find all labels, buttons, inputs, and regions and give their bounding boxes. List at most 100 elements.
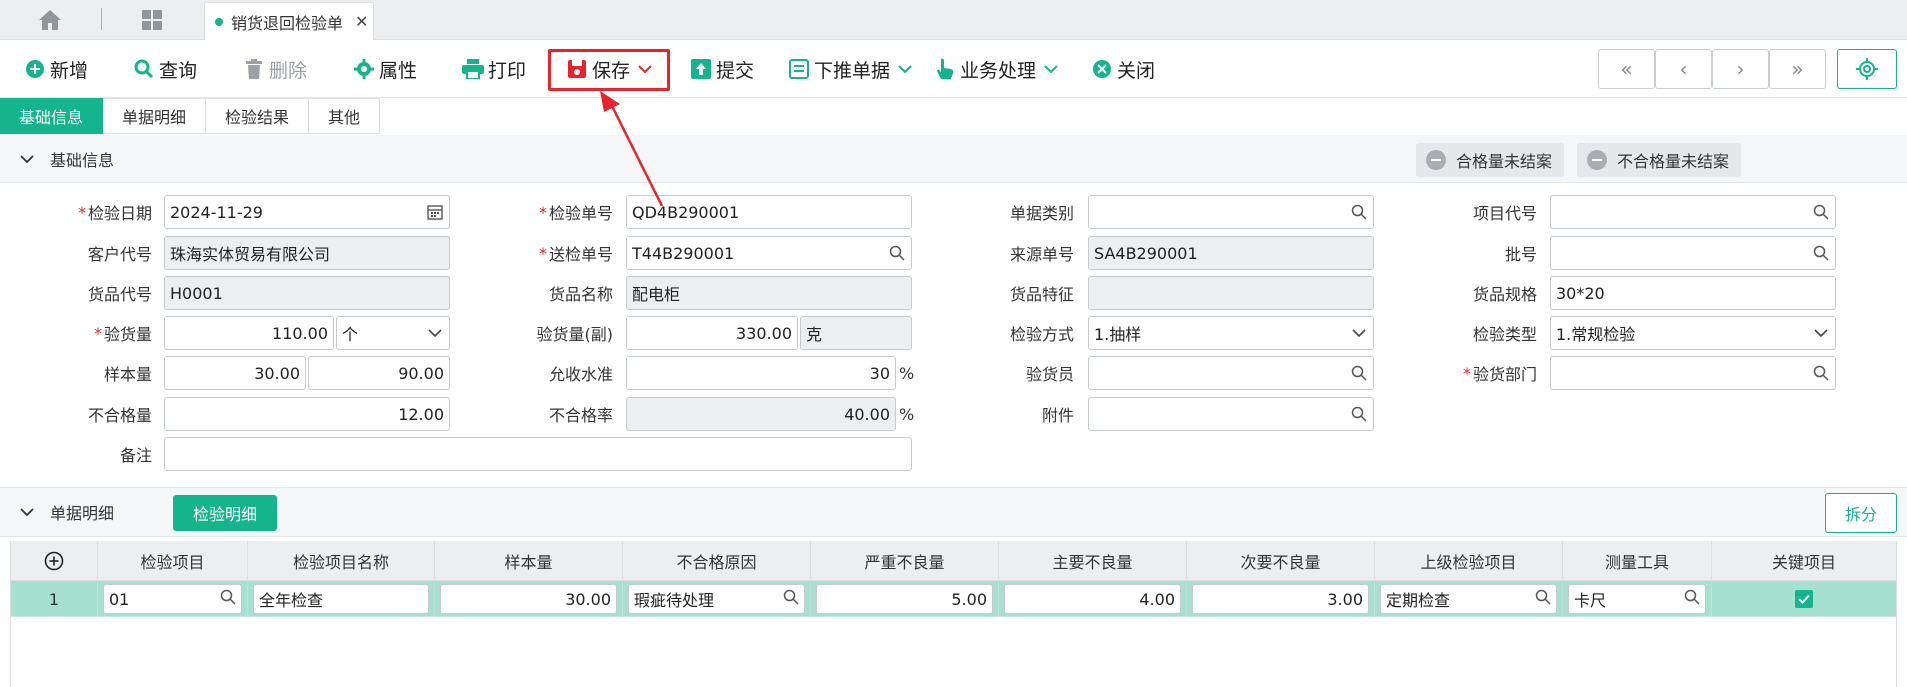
tab-document-detail[interactable]: 单据明细 (103, 98, 207, 134)
reject-qty-label: 不合格量 (87, 406, 152, 425)
close-icon[interactable]: ✕ (355, 12, 368, 31)
accept-level-field[interactable]: 30 (626, 356, 896, 390)
add-button[interactable]: 新增 (24, 50, 88, 88)
close-button[interactable]: 关闭 (1091, 50, 1155, 88)
search-icon[interactable] (1812, 203, 1830, 221)
search-icon[interactable] (1350, 203, 1368, 221)
tool-input[interactable]: 卡尺 (1568, 584, 1706, 614)
basic-info-toggle[interactable]: 基础信息 (0, 135, 114, 183)
split-button[interactable]: 拆分 (1825, 493, 1897, 533)
cell-reason: 瑕疵待处理 (623, 581, 811, 617)
document-list-icon (788, 58, 810, 80)
last-record-button[interactable]: » (1769, 49, 1826, 89)
submit-button[interactable]: 提交 (690, 50, 754, 88)
query-button[interactable]: 查询 (133, 50, 197, 88)
reject-rate-label: 不合格率 (548, 406, 613, 425)
tab-basic-info[interactable]: 基础信息 (0, 98, 104, 134)
properties-label: 属性 (379, 59, 418, 82)
first-record-button[interactable]: « (1598, 49, 1655, 89)
table-row[interactable]: 1 01 全年检查 30.00 瑕疵待处理 5.00 4.00 3.00 定期检… (11, 581, 1896, 617)
next-record-button[interactable]: › (1712, 49, 1769, 89)
gear-icon (353, 58, 375, 80)
inspector-label: 验货员 (1025, 365, 1074, 384)
inspect-dept-field[interactable] (1550, 356, 1836, 390)
sample-qty-label: 样本量 (103, 365, 152, 384)
detail-header: 单据明细 检验明细 拆分 (0, 487, 1907, 537)
printer-icon (462, 58, 484, 80)
search-icon[interactable] (1812, 244, 1830, 262)
search-icon[interactable] (888, 244, 906, 262)
add-row-button[interactable] (11, 541, 98, 581)
sample-input[interactable]: 30.00 (440, 584, 617, 614)
tab-inspection-detail[interactable]: 检验明细 (173, 495, 277, 531)
tab-sales-return-inspection[interactable]: 销货退回检验单 ✕ (204, 2, 374, 40)
send-no-field[interactable]: T44B290001 (626, 236, 912, 270)
parent-input[interactable]: 定期检查 (1380, 584, 1557, 614)
search-icon[interactable] (220, 589, 236, 609)
settings-button[interactable] (1837, 49, 1897, 89)
print-button[interactable]: 打印 (462, 50, 526, 88)
project-code-field[interactable] (1550, 195, 1836, 229)
inspect-no-field[interactable]: QD4B290001 (626, 195, 912, 229)
unqualified-unclosed-button[interactable]: 不合格量未结案 (1577, 143, 1742, 177)
properties-button[interactable]: 属性 (353, 50, 417, 88)
inspect-date-field[interactable]: 2024-11-29 (164, 195, 450, 229)
search-icon[interactable] (1684, 589, 1700, 609)
inspect-qty-field[interactable]: 110.00 (164, 316, 334, 350)
search-icon[interactable] (1350, 364, 1368, 382)
inspect-type-select[interactable]: 1.常规检验 (1550, 316, 1836, 350)
calendar-icon[interactable] (426, 203, 444, 221)
key-item-checkbox[interactable] (1795, 590, 1813, 608)
chevron-down-icon[interactable] (638, 64, 652, 74)
cell-item-name: 全年检查 (248, 581, 435, 617)
inspector-field[interactable] (1088, 356, 1374, 390)
major-input[interactable]: 4.00 (1004, 584, 1181, 614)
apps-grid-icon[interactable] (139, 8, 165, 32)
reason-input[interactable]: 瑕疵待处理 (628, 584, 805, 614)
inspect-qty-sub-field[interactable]: 330.00 (626, 316, 798, 350)
goods-spec-field[interactable]: 30*20 (1550, 276, 1836, 310)
attachment-field[interactable] (1088, 397, 1374, 431)
severe-input[interactable]: 5.00 (816, 584, 993, 614)
minor-input[interactable]: 3.00 (1192, 584, 1369, 614)
chevron-down-icon[interactable] (1044, 64, 1058, 74)
detail-toggle[interactable]: 单据明细 (0, 488, 114, 536)
inspect-unit-select[interactable]: 个 (336, 316, 450, 350)
inspect-method-select[interactable]: 1.抽样 (1088, 316, 1374, 350)
tab-inspection-result[interactable]: 检验结果 (206, 98, 310, 134)
push-document-button[interactable]: 下推单据 (788, 50, 912, 88)
customer-code-field: 珠海实体贸易有限公司 (164, 236, 450, 270)
cell-minor: 3.00 (1187, 581, 1375, 617)
search-icon[interactable] (783, 589, 799, 609)
item-name-input[interactable]: 全年检查 (253, 584, 429, 614)
close-label: 关闭 (1117, 59, 1156, 82)
tab-bar: 销货退回检验单 ✕ (0, 0, 1907, 40)
doc-type-field[interactable] (1088, 195, 1374, 229)
tab-other[interactable]: 其他 (309, 98, 381, 134)
prev-record-button[interactable]: ‹ (1655, 49, 1712, 89)
batch-field[interactable] (1550, 236, 1836, 270)
delete-button[interactable]: 删除 (243, 50, 307, 88)
inspection-detail-grid: 检验项目 检验项目名称 样本量 不合格原因 严重不良量 主要不良量 次要不良量 … (10, 541, 1897, 687)
sample-qty-field-2[interactable]: 90.00 (308, 356, 450, 390)
inspect-qty-sub-label: 验货量(副) (536, 325, 614, 344)
push-document-label: 下推单据 (814, 59, 891, 82)
home-icon[interactable] (36, 8, 64, 32)
search-icon[interactable] (1350, 405, 1368, 423)
save-label: 保存 (592, 59, 631, 82)
remark-field[interactable] (164, 437, 912, 471)
chevron-down-icon[interactable] (898, 64, 912, 74)
search-icon[interactable] (1535, 589, 1551, 609)
col-header: 检验项目 (98, 541, 248, 581)
qualified-unclosed-button[interactable]: 合格量未结案 (1416, 143, 1565, 177)
reject-qty-field[interactable]: 12.00 (164, 397, 450, 431)
item-input[interactable]: 01 (103, 584, 242, 614)
col-header: 不合格原因 (623, 541, 811, 581)
sample-qty-field[interactable]: 30.00 (164, 356, 306, 390)
section-title: 基础信息 (50, 151, 115, 170)
search-icon[interactable] (1812, 364, 1830, 382)
business-processing-button[interactable]: 业务处理 (934, 50, 1058, 88)
save-button[interactable]: 保存 (566, 50, 652, 88)
cell-parent: 定期检查 (1375, 581, 1563, 617)
inspect-dept-label: * 验货部门 (1462, 363, 1537, 385)
